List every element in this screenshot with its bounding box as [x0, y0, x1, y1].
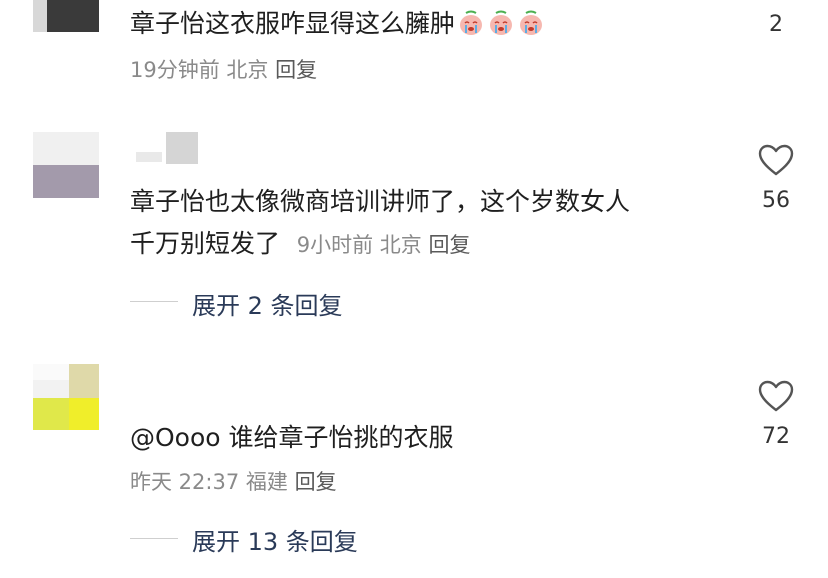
divider: [130, 538, 178, 539]
like-count: 2: [769, 12, 783, 37]
comment-text: 章子怡也太像微商培训讲师了，这个岁数女人 千万别短发了 9小时前 北京 回复: [130, 184, 630, 262]
like-count: 72: [762, 424, 790, 449]
comment-time: 19分钟前: [130, 58, 220, 82]
expand-replies-button[interactable]: 展开 2 条回复: [192, 286, 343, 321]
heart-icon[interactable]: [758, 380, 794, 412]
comment-text: 章子怡这衣服咋显得这么臃肿: [130, 6, 545, 42]
crying-face-icon: [487, 9, 515, 37]
comment-text-line: 章子怡也太像微商培训讲师了，这个岁数女人: [130, 187, 631, 216]
reply-button[interactable]: 回复: [428, 233, 470, 257]
comment-time: 9小时前: [296, 233, 374, 257]
like-count: 56: [762, 188, 790, 213]
avatar[interactable]: [33, 0, 99, 32]
avatar[interactable]: [33, 364, 99, 430]
reply-button[interactable]: 回复: [275, 58, 317, 82]
comment-text-content: 章子怡这衣服咋显得这么臃肿: [130, 9, 456, 38]
heart-icon[interactable]: [758, 144, 794, 176]
expand-replies-button[interactable]: 展开 13 条回复: [192, 522, 358, 557]
crying-face-icon: [517, 9, 545, 37]
comment-location: 北京: [226, 58, 269, 82]
divider: [130, 301, 178, 302]
crying-face-icon: [457, 9, 485, 37]
username-blurred[interactable]: [130, 132, 198, 164]
comment-text-line: 千万别短发了: [130, 229, 281, 258]
reply-button[interactable]: 回复: [295, 470, 337, 494]
comment-location: 北京: [379, 233, 422, 257]
comment-location: 福建: [245, 470, 288, 494]
comment-meta: 昨天 22:37 福建 回复: [130, 468, 337, 496]
comment-time: 昨天 22:37: [130, 470, 240, 494]
avatar[interactable]: [33, 132, 99, 198]
comment-meta: 19分钟前 北京 回复: [130, 56, 317, 84]
comment-text: @Oooo 谁给章子怡挑的衣服: [130, 423, 454, 452]
